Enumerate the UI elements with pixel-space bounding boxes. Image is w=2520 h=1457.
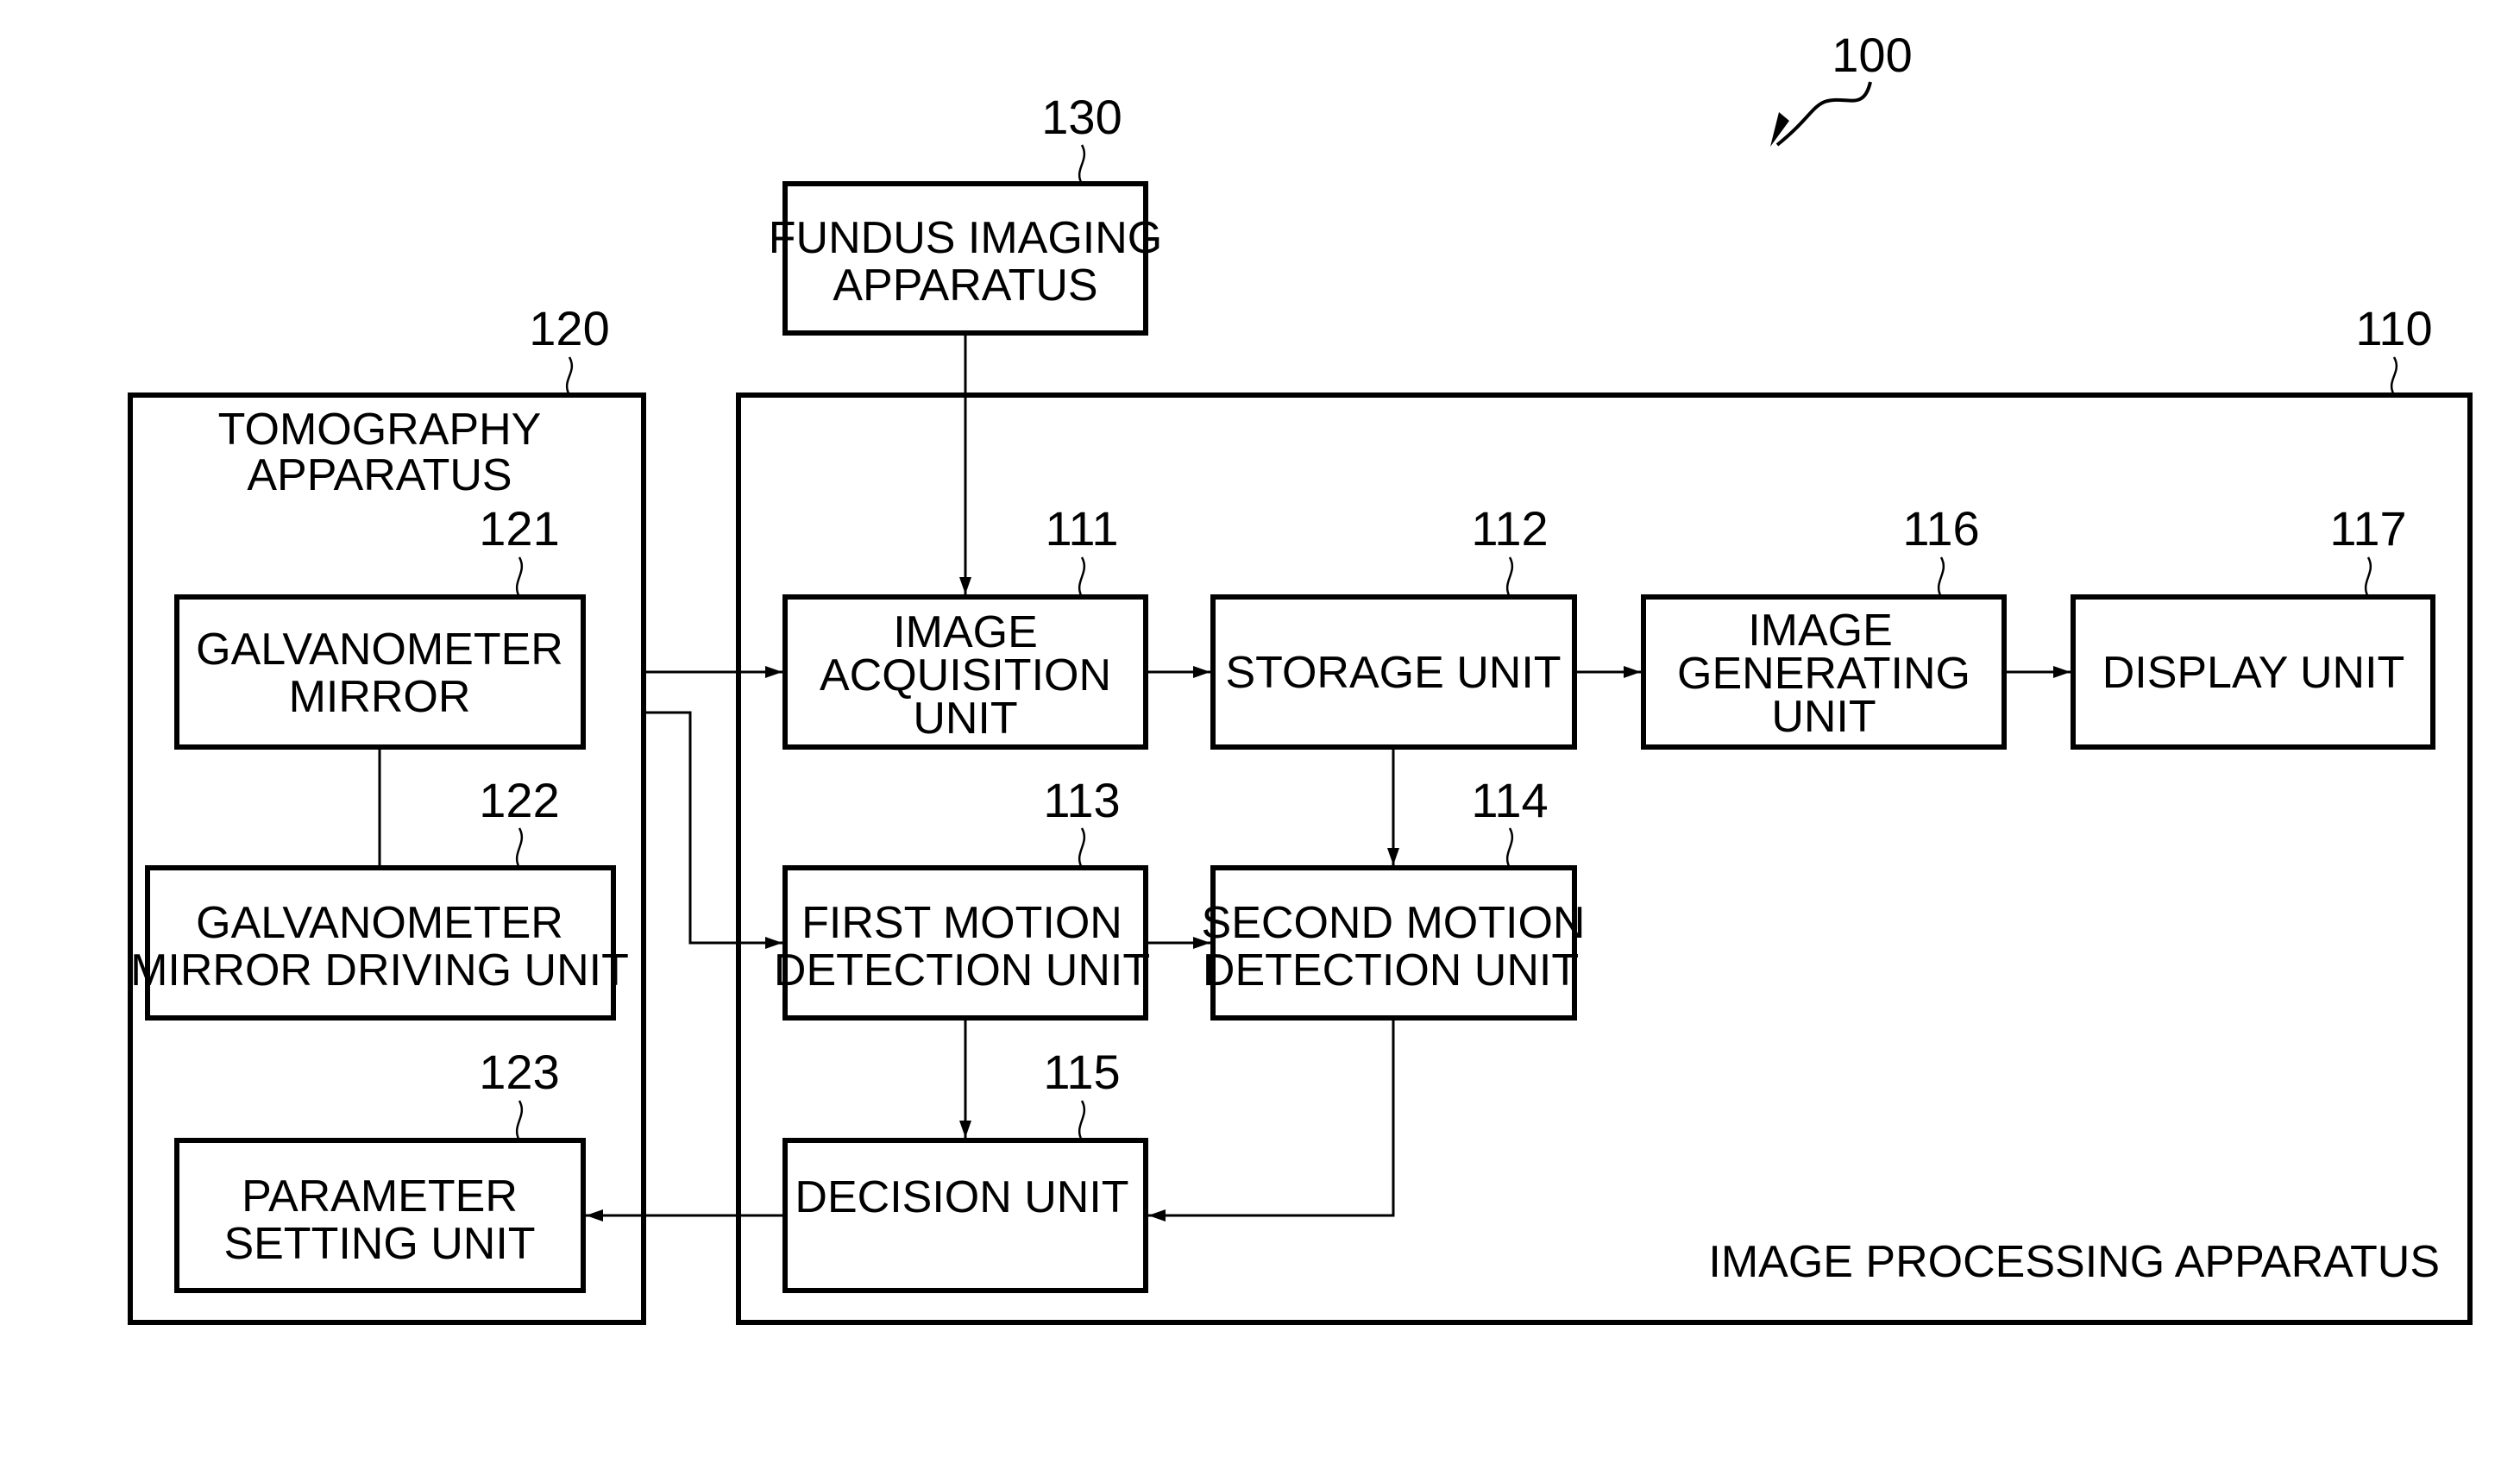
second-motion-line2: DETECTION UNIT: [1203, 945, 1579, 995]
galv-mirror-line2: MIRROR: [289, 672, 471, 722]
figure-ref-100: 100: [1832, 28, 1912, 82]
ref-123: 123: [479, 1045, 559, 1099]
decision-line1: DECISION UNIT: [795, 1172, 1128, 1222]
arrow-second-motion-to-decision: [1148, 1018, 1395, 1221]
ref-111: 111: [1045, 501, 1118, 556]
ref-110: 110: [2355, 301, 2432, 355]
fundus-line2: APPARATUS: [833, 261, 1097, 311]
display-line1: DISPLAY UNIT: [2102, 648, 2405, 698]
storage-line1: STORAGE UNIT: [1225, 648, 1561, 698]
ref-114: 114: [1471, 773, 1548, 827]
ref-112-leader: [1505, 556, 1514, 598]
ref-114-leader: [1505, 827, 1514, 869]
figure-ref-arrow: [1775, 81, 1872, 147]
tomography-title-line2: APPARATUS: [247, 450, 512, 500]
galv-mirror-line1: GALVANOMETER: [196, 625, 563, 675]
block-diagram: 100 120 110 TOMOGRAPHY APPARATUS IMAGE P…: [128, 28, 2473, 1325]
ref-130: 130: [1041, 90, 1122, 144]
ref-117: 117: [2329, 501, 2406, 556]
ref-122: 122: [479, 773, 559, 827]
galv-driving-line1: GALVANOMETER: [196, 898, 563, 948]
ref-120: 120: [529, 301, 609, 355]
image-gen-line3: UNIT: [1771, 692, 1876, 742]
ref-122-leader: [515, 827, 524, 869]
ref-120-leader: [565, 356, 574, 396]
ref-130-leader: [1078, 144, 1086, 185]
ref-113-leader: [1078, 827, 1086, 869]
tomography-title-line1: TOMOGRAPHY: [218, 405, 542, 455]
ref-115: 115: [1043, 1045, 1120, 1099]
image-acq-line3: UNIT: [913, 694, 1017, 744]
first-motion-line2: DETECTION UNIT: [774, 945, 1150, 995]
first-motion-line1: FIRST MOTION: [801, 898, 1122, 948]
ref-113: 113: [1043, 773, 1120, 827]
arrow-tomography-to-first-motion: [646, 711, 782, 949]
ref-116: 116: [1902, 501, 1979, 556]
ref-117-leader: [2364, 556, 2372, 598]
ref-111-leader: [1078, 556, 1086, 598]
ref-115-leader: [1078, 1100, 1086, 1141]
ref-112: 112: [1471, 501, 1548, 556]
ref-110-leader: [2390, 356, 2398, 396]
second-motion-line1: SECOND MOTION: [1202, 898, 1586, 948]
galv-driving-line2: MIRROR DRIVING UNIT: [130, 945, 629, 995]
ref-123-leader: [515, 1100, 524, 1141]
image-processing-caption: IMAGE PROCESSING APPARATUS: [1708, 1237, 2440, 1287]
fundus-line1: FUNDUS IMAGING: [769, 213, 1162, 263]
ref-121-leader: [515, 556, 524, 598]
param-line1: PARAMETER: [242, 1171, 518, 1221]
param-line2: SETTING UNIT: [223, 1219, 535, 1269]
ref-121: 121: [479, 501, 559, 556]
ref-116-leader: [1937, 556, 1945, 598]
